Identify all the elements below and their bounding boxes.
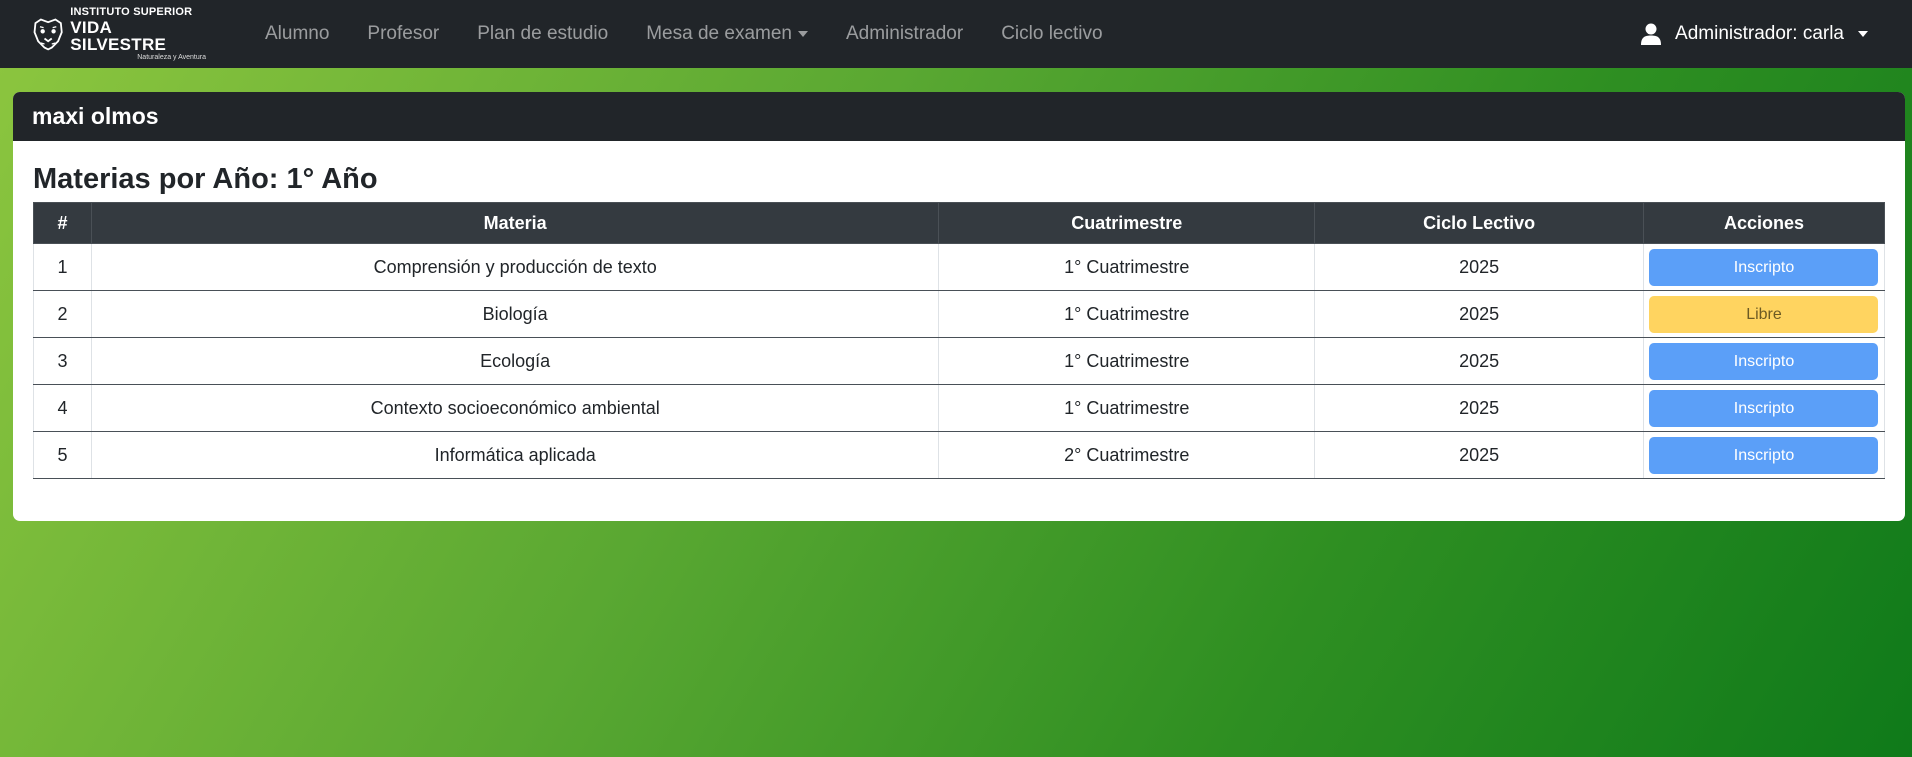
cell-ciclo: 2025	[1314, 431, 1644, 479]
student-card: maxi olmos Materias por Año: 1° Año # Ma…	[13, 92, 1905, 521]
column-header-cuatrimestre: Cuatrimestre	[938, 202, 1316, 244]
nav-profesor-label: Profesor	[367, 23, 440, 44]
brand-line3: Naturaleza y Aventura	[137, 54, 206, 61]
cell-num: 2	[33, 290, 92, 338]
user-menu-dropdown[interactable]: Administrador: carla	[1641, 0, 1868, 68]
table-row: 3 Ecología 1° Cuatrimestre 2025 Inscript…	[33, 337, 1886, 385]
user-label: Administrador: carla	[1675, 23, 1844, 44]
caret-down-icon	[1858, 31, 1868, 37]
table-header-row: # Materia Cuatrimestre Ciclo Lectivo Acc…	[33, 202, 1886, 244]
table-row: 1 Comprensión y producción de texto 1° C…	[33, 243, 1886, 291]
subjects-table: # Materia Cuatrimestre Ciclo Lectivo Acc…	[33, 202, 1886, 479]
cell-ciclo: 2025	[1314, 384, 1644, 432]
inscripto-button[interactable]: Inscripto	[1649, 389, 1879, 427]
inscripto-button[interactable]: Inscripto	[1649, 248, 1879, 286]
inscripto-button[interactable]: Inscripto	[1649, 342, 1879, 380]
cell-materia: Ecología	[90, 337, 940, 385]
column-header-num: #	[33, 202, 92, 244]
cell-acciones: Inscripto	[1642, 384, 1886, 432]
card-header: maxi olmos	[13, 92, 1905, 141]
cell-num: 3	[33, 337, 92, 385]
column-header-ciclo: Ciclo Lectivo	[1314, 202, 1644, 244]
caret-down-icon	[797, 31, 808, 37]
brand-line1: INSTITUTO SUPERIOR	[70, 6, 193, 18]
cell-cuatrimestre: 1° Cuatrimestre	[938, 384, 1316, 432]
nav-ciclo-lectivo[interactable]: Ciclo lectivo	[982, 23, 1121, 45]
nav-mesa-label: Mesa de examen	[646, 23, 792, 44]
cell-materia: Contexto socioeconómico ambiental	[90, 384, 940, 432]
cell-materia: Biología	[90, 290, 940, 338]
table-row: 5 Informática aplicada 2° Cuatrimestre 2…	[33, 431, 1886, 479]
table-row: 2 Biología 1° Cuatrimestre 2025 Libre	[33, 290, 1886, 338]
cell-ciclo: 2025	[1314, 290, 1644, 338]
column-header-acciones: Acciones	[1642, 202, 1886, 244]
cell-ciclo: 2025	[1314, 337, 1644, 385]
cell-cuatrimestre: 1° Cuatrimestre	[938, 337, 1316, 385]
page-title: Materias por Año: 1° Año	[33, 163, 378, 195]
cell-acciones: Libre	[1642, 290, 1886, 338]
cell-cuatrimestre: 1° Cuatrimestre	[938, 243, 1316, 291]
user-icon	[1641, 23, 1662, 45]
cell-cuatrimestre: 2° Cuatrimestre	[938, 431, 1316, 479]
nav-plan-de-estudio[interactable]: Plan de estudio	[458, 23, 627, 45]
nav-administrador-label: Administrador	[845, 23, 964, 44]
inscripto-button[interactable]: Inscripto	[1649, 436, 1879, 474]
cell-num: 5	[33, 431, 92, 479]
brand-line2: VIDA SILVESTRE	[70, 18, 167, 54]
column-header-materia: Materia	[90, 202, 940, 244]
cell-acciones: Inscripto	[1642, 243, 1886, 291]
nav-profesor[interactable]: Profesor	[348, 23, 458, 45]
cell-materia: Comprensión y producción de texto	[90, 243, 940, 291]
jaguar-head-icon	[33, 18, 63, 51]
nav-alumno-label: Alumno	[265, 23, 330, 44]
cell-num: 1	[33, 243, 92, 291]
nav-alumno[interactable]: Alumno	[246, 23, 348, 45]
cell-cuatrimestre: 1° Cuatrimestre	[938, 290, 1316, 338]
brand-logo[interactable]: INSTITUTO SUPERIOR VIDA SILVESTRE Natura…	[30, 7, 206, 61]
cell-acciones: Inscripto	[1642, 337, 1886, 385]
cell-acciones: Inscripto	[1642, 431, 1886, 479]
table-row: 4 Contexto socioeconómico ambiental 1° C…	[33, 384, 1886, 432]
card-body: Materias por Año: 1° Año # Materia Cuatr…	[13, 141, 1905, 479]
cell-num: 4	[33, 384, 92, 432]
nav-ciclo-label: Ciclo lectivo	[1001, 23, 1103, 44]
nav-plan-label: Plan de estudio	[477, 23, 609, 44]
top-navbar: INSTITUTO SUPERIOR VIDA SILVESTRE Natura…	[0, 0, 1912, 68]
cell-materia: Informática aplicada	[90, 431, 940, 479]
nav-mesa-de-examen-dropdown[interactable]: Mesa de examen	[627, 23, 827, 45]
brand-text: INSTITUTO SUPERIOR VIDA SILVESTRE Natura…	[70, 6, 206, 62]
cell-ciclo: 2025	[1314, 243, 1644, 291]
libre-button[interactable]: Libre	[1649, 295, 1879, 333]
nav-administrador[interactable]: Administrador	[827, 23, 982, 45]
nav-links: Alumno Profesor Plan de estudio Mesa de …	[246, 0, 1122, 68]
